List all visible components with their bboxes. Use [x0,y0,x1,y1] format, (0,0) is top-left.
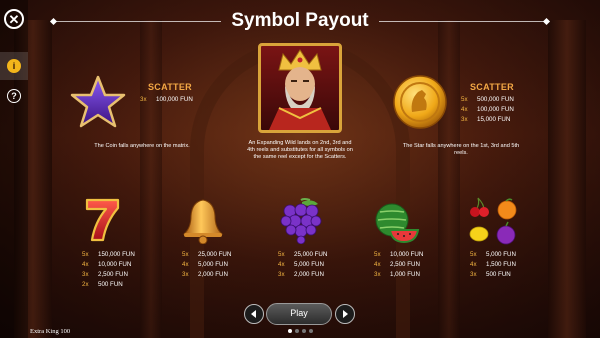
star-scatter-label: SCATTER [148,82,192,92]
next-page-button[interactable] [335,304,355,324]
star-symbol-icon [70,75,126,128]
watermelon-symbol-icon [375,203,420,244]
coin-paytable: 5x 500,000 FUN 4x 100,000 FUN 3x 15,000 FUN [461,96,514,123]
page-dot[interactable] [288,329,292,333]
background-pillar [140,20,162,338]
fruits-paytable: 5x 5,000 FUN 4x 1,500 FUN 3x 500 FUN [470,251,516,278]
info-button[interactable]: i [0,52,28,80]
arrow-right-icon [343,310,348,318]
wild-king-symbol [258,43,342,133]
page-dot[interactable] [302,329,306,333]
play-button[interactable]: Play [266,303,332,325]
grapes-symbol-icon [280,198,322,244]
coin-description: The Star falls anywhere on the 1st, 3rd … [402,143,520,156]
help-icon: ? [7,89,21,103]
star-description: The Coin falls anywhere on the matrix. [94,143,190,149]
watermelon-paytable: 5x 10,000 FUN 4x 2,500 FUN 3x 1,000 FUN [374,251,424,278]
info-icon: i [7,59,21,73]
game-name: Extra King 100 [30,328,71,335]
help-button[interactable]: ? [0,82,28,110]
background-pillar [548,20,586,338]
grapes-paytable: 5x 25,000 FUN 4x 5,000 FUN 3x 2,000 FUN [278,251,328,278]
mixed-fruits-symbol-icon [469,197,517,245]
coin-scatter-label: SCATTER [470,82,514,92]
bell-symbol-icon [182,199,224,244]
king-icon [269,49,331,130]
seven-symbol-icon [85,198,120,242]
wild-description: An Expanding Wild lands on 2nd, 3rd and … [247,140,353,160]
left-rail [0,0,28,338]
title-bar: Symbol Payout [0,10,600,32]
coin-symbol-icon [393,75,447,129]
seven-paytable: 5x 150,000 FUN 4x 10,000 FUN 3x 2,500 FUN 2… [82,251,135,288]
page-dot[interactable] [295,329,299,333]
star-paytable: 3x 100,000 FUN [140,96,193,103]
prev-page-button[interactable] [244,304,264,324]
page-dot[interactable] [309,329,313,333]
page-title: Symbol Payout [50,10,550,32]
page-indicator [288,329,313,333]
bell-paytable: 5x 25,000 FUN 4x 5,000 FUN 3x 2,000 FUN [182,251,232,278]
background-pillar [438,20,460,338]
arrow-left-icon [251,310,256,318]
